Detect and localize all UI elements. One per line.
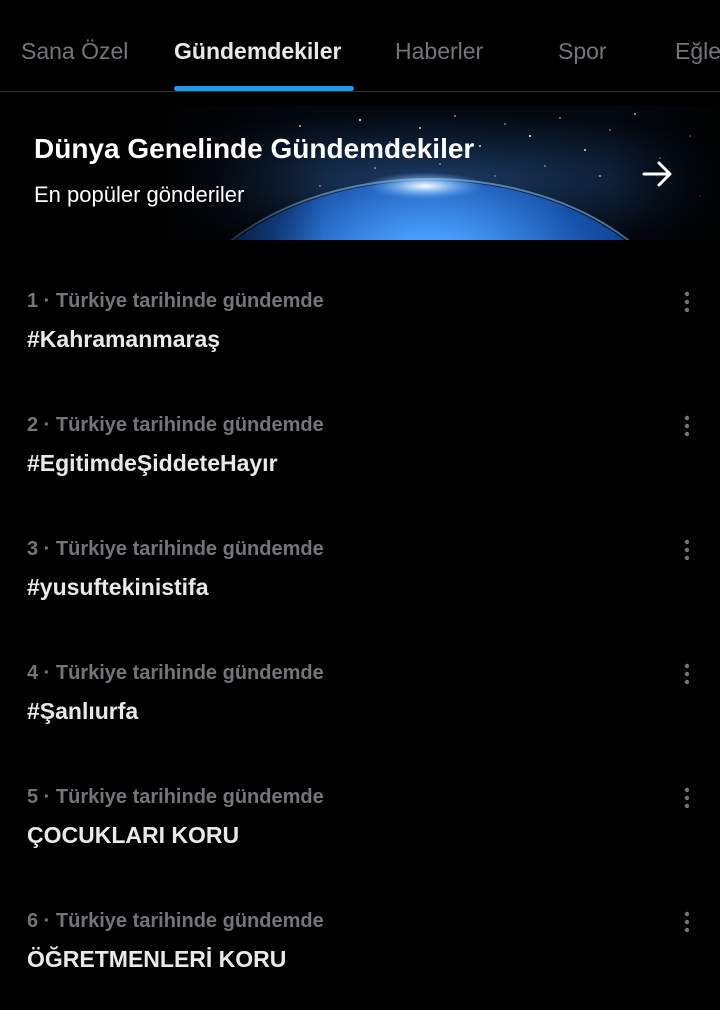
more-vertical-icon	[684, 911, 690, 933]
more-vertical-icon	[684, 415, 690, 437]
trend-item[interactable]: 1 · Türkiye tarihinde gündemde #Kahraman…	[0, 266, 720, 390]
more-vertical-icon	[684, 787, 690, 809]
more-options-button[interactable]	[673, 784, 701, 812]
trend-meta: 3 · Türkiye tarihinde gündemde	[27, 538, 324, 560]
trend-meta: 5 · Türkiye tarihinde gündemde	[27, 786, 324, 808]
tab-trending[interactable]: Gündemdekiler	[174, 38, 341, 65]
trend-item[interactable]: 2 · Türkiye tarihinde gündemde #Egitimde…	[0, 390, 720, 514]
tab-for-you[interactable]: Sana Özel	[21, 38, 128, 65]
banner-title: Dünya Genelinde Gündemdekiler	[34, 133, 475, 164]
earth-banner-image	[0, 106, 720, 240]
trend-meta: 2 · Türkiye tarihinde gündemde	[27, 414, 324, 436]
more-vertical-icon	[684, 663, 690, 685]
trend-item[interactable]: 4 · Türkiye tarihinde gündemde #Şanlıurf…	[0, 638, 720, 762]
active-tab-indicator	[174, 86, 354, 91]
trend-title: #Kahramanmaraş	[27, 326, 221, 352]
explore-tab-bar: Sana Özel Gündemdekiler Haberler Spor Eğ…	[0, 0, 720, 92]
tab-sports[interactable]: Spor	[558, 38, 607, 65]
more-options-button[interactable]	[673, 288, 701, 316]
trend-title: ÖĞRETMENLERİ KORU	[27, 946, 287, 972]
banner-subtitle: En popüler gönderiler	[34, 182, 245, 207]
trend-meta: 4 · Türkiye tarihinde gündemde	[27, 662, 324, 684]
trend-title: ÇOCUKLARI KORU	[27, 822, 240, 848]
worldwide-trending-banner[interactable]: Dünya Genelinde Gündemdekiler En popüler…	[0, 106, 720, 240]
more-vertical-icon	[684, 291, 690, 313]
trend-title: #EgitimdeŞiddeteHayır	[27, 450, 278, 476]
trend-item[interactable]: 6 · Türkiye tarihinde gündemde ÖĞRETMENL…	[0, 886, 720, 1010]
arrow-right-icon[interactable]	[640, 156, 676, 192]
trend-item[interactable]: 5 · Türkiye tarihinde gündemde ÇOCUKLARI…	[0, 762, 720, 886]
more-vertical-icon	[684, 539, 690, 561]
trend-title: #Şanlıurfa	[27, 698, 139, 724]
tab-news[interactable]: Haberler	[395, 38, 483, 65]
trend-meta: 6 · Türkiye tarihinde gündemde	[27, 910, 324, 932]
tab-entertainment[interactable]: Eğle	[675, 38, 720, 65]
trend-item[interactable]: 3 · Türkiye tarihinde gündemde #yusuftek…	[0, 514, 720, 638]
more-options-button[interactable]	[673, 536, 701, 564]
more-options-button[interactable]	[673, 412, 701, 440]
trend-meta: 1 · Türkiye tarihinde gündemde	[27, 290, 324, 312]
more-options-button[interactable]	[673, 660, 701, 688]
more-options-button[interactable]	[673, 908, 701, 936]
trend-title: #yusuftekinistifa	[27, 574, 209, 600]
